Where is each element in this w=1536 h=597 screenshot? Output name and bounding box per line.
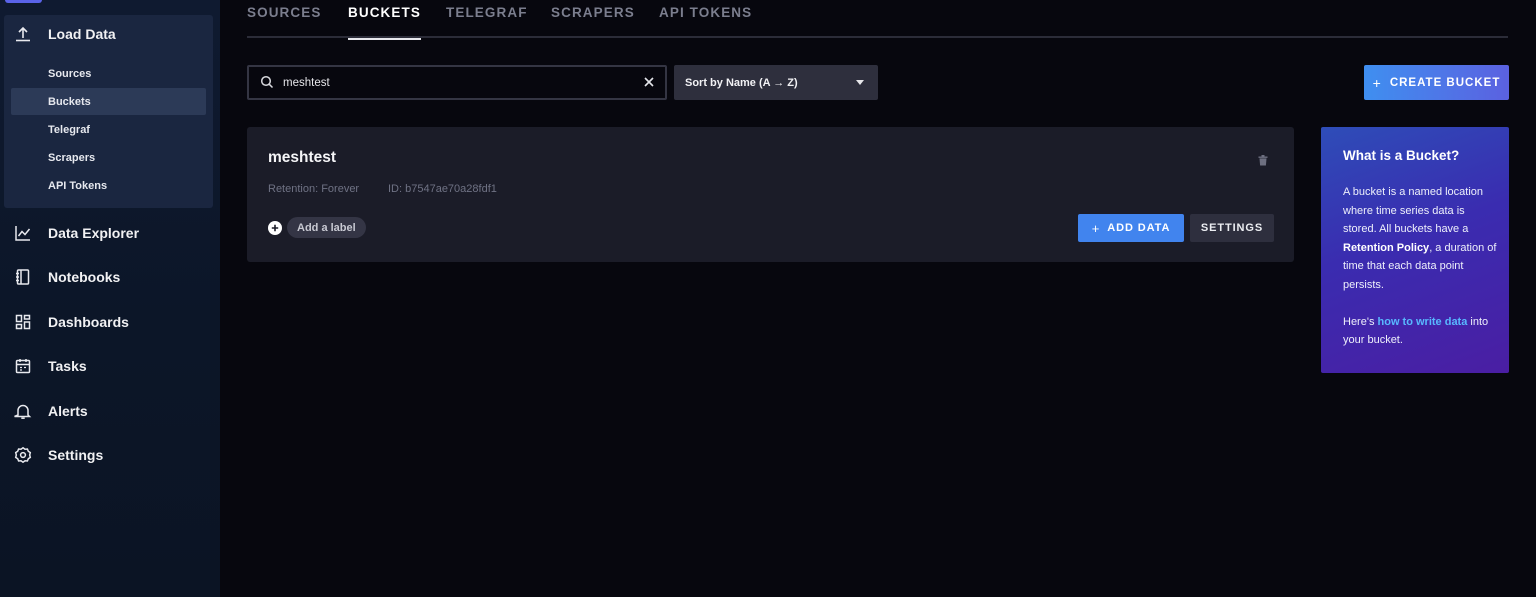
- sidebar-item-label: Data Explorer: [48, 225, 140, 241]
- sidebar-item-label: Dashboards: [48, 314, 129, 330]
- close-icon[interactable]: [642, 75, 656, 89]
- sidebar-item-load-data[interactable]: Load Data: [0, 19, 220, 49]
- sidebar-subitem-buckets[interactable]: Buckets: [11, 88, 206, 115]
- create-bucket-label: CREATE BUCKET: [1389, 76, 1501, 89]
- add-data-label: ADD DATA: [1107, 222, 1171, 234]
- plus-icon: +: [1372, 74, 1381, 91]
- create-bucket-button[interactable]: + CREATE BUCKET: [1364, 65, 1509, 100]
- search-input[interactable]: [283, 67, 633, 98]
- add-data-button[interactable]: + ADD DATA: [1078, 214, 1184, 242]
- sidebar-item-label: Alerts: [48, 403, 88, 419]
- bucket-name[interactable]: meshtest: [268, 149, 336, 167]
- bell-icon: [14, 402, 32, 420]
- sidebar-subitem-api-tokens[interactable]: API Tokens: [11, 172, 206, 199]
- sidebar-item-label: Load Data: [48, 26, 116, 42]
- settings-label: SETTINGS: [1200, 222, 1264, 234]
- retention-policy-term: Retention Policy: [1343, 241, 1430, 254]
- info-title: What is a Bucket?: [1343, 148, 1460, 163]
- upload-icon: [14, 25, 32, 43]
- trash-icon[interactable]: [1258, 153, 1268, 166]
- info-text: Here's: [1343, 315, 1378, 328]
- sidebar-brand-mark[interactable]: [5, 0, 42, 3]
- sidebar-subitem-sources[interactable]: Sources: [11, 60, 206, 87]
- plus-icon: +: [1091, 220, 1100, 236]
- load-data-tabs: SOURCES BUCKETS TELEGRAF SCRAPERS API TO…: [247, 0, 1508, 40]
- sidebar-item-settings[interactable]: Settings: [0, 440, 220, 470]
- sidebar-subitem-label: API Tokens: [48, 179, 108, 192]
- info-text: A bucket is a named location where time …: [1343, 186, 1484, 236]
- caret-down-icon: [856, 80, 864, 85]
- plus-circle-icon: [268, 220, 282, 235]
- bucket-info-panel: What is a Bucket? A bucket is a named lo…: [1321, 127, 1509, 373]
- gear-icon: [14, 446, 32, 464]
- sidebar-item-tasks[interactable]: Tasks: [0, 351, 220, 381]
- dashboard-icon: [14, 313, 32, 331]
- tab-sources[interactable]: SOURCES: [247, 5, 321, 38]
- sidebar-item-label: Settings: [48, 447, 104, 463]
- sidebar-subitem-label: Scrapers: [48, 151, 96, 164]
- add-label-button[interactable]: Add a label: [268, 217, 366, 238]
- notebook-icon: [14, 268, 32, 286]
- sidebar: Load Data Sources Buckets Telegraf Scrap…: [0, 0, 220, 597]
- chart-line-icon: [14, 224, 32, 242]
- tab-buckets[interactable]: BUCKETS: [348, 5, 421, 40]
- info-description: A bucket is a named location where time …: [1343, 183, 1497, 295]
- write-data-link[interactable]: how to write data: [1378, 316, 1468, 328]
- calendar-icon: [14, 357, 32, 375]
- sidebar-item-data-explorer[interactable]: Data Explorer: [0, 218, 220, 248]
- search-icon: [260, 75, 274, 89]
- tab-telegraf[interactable]: TELEGRAF: [446, 5, 528, 38]
- sidebar-subitem-telegraf[interactable]: Telegraf: [11, 116, 206, 143]
- tab-scrapers[interactable]: SCRAPERS: [551, 5, 635, 38]
- sidebar-subitem-label: Buckets: [48, 95, 91, 108]
- sort-dropdown-label: Sort by Name (A → Z): [685, 76, 798, 89]
- sidebar-subitem-label: Telegraf: [48, 123, 90, 136]
- sidebar-item-notebooks[interactable]: Notebooks: [0, 262, 220, 292]
- app-root: Load Data Sources Buckets Telegraf Scrap…: [0, 0, 1536, 597]
- sidebar-subitem-scrapers[interactable]: Scrapers: [11, 144, 206, 171]
- bucket-search: [247, 65, 667, 100]
- sidebar-item-alerts[interactable]: Alerts: [0, 396, 220, 426]
- sidebar-subitem-label: Sources: [48, 67, 92, 80]
- bucket-card: meshtest Retention: Forever ID: b7547ae7…: [247, 127, 1294, 262]
- sidebar-item-label: Tasks: [48, 358, 87, 374]
- tab-api-tokens[interactable]: API TOKENS: [659, 5, 752, 38]
- info-write-hint: Here's how to write data into your bucke…: [1343, 313, 1497, 350]
- bucket-settings-button[interactable]: SETTINGS: [1190, 214, 1274, 242]
- bucket-id: ID: b7547ae70a28fdf1: [388, 183, 497, 195]
- bucket-retention: Retention: Forever: [268, 183, 360, 195]
- sidebar-item-label: Notebooks: [48, 269, 121, 285]
- add-label-text: Add a label: [287, 217, 366, 238]
- sidebar-item-dashboards[interactable]: Dashboards: [0, 307, 220, 337]
- sort-dropdown[interactable]: Sort by Name (A → Z): [674, 65, 878, 100]
